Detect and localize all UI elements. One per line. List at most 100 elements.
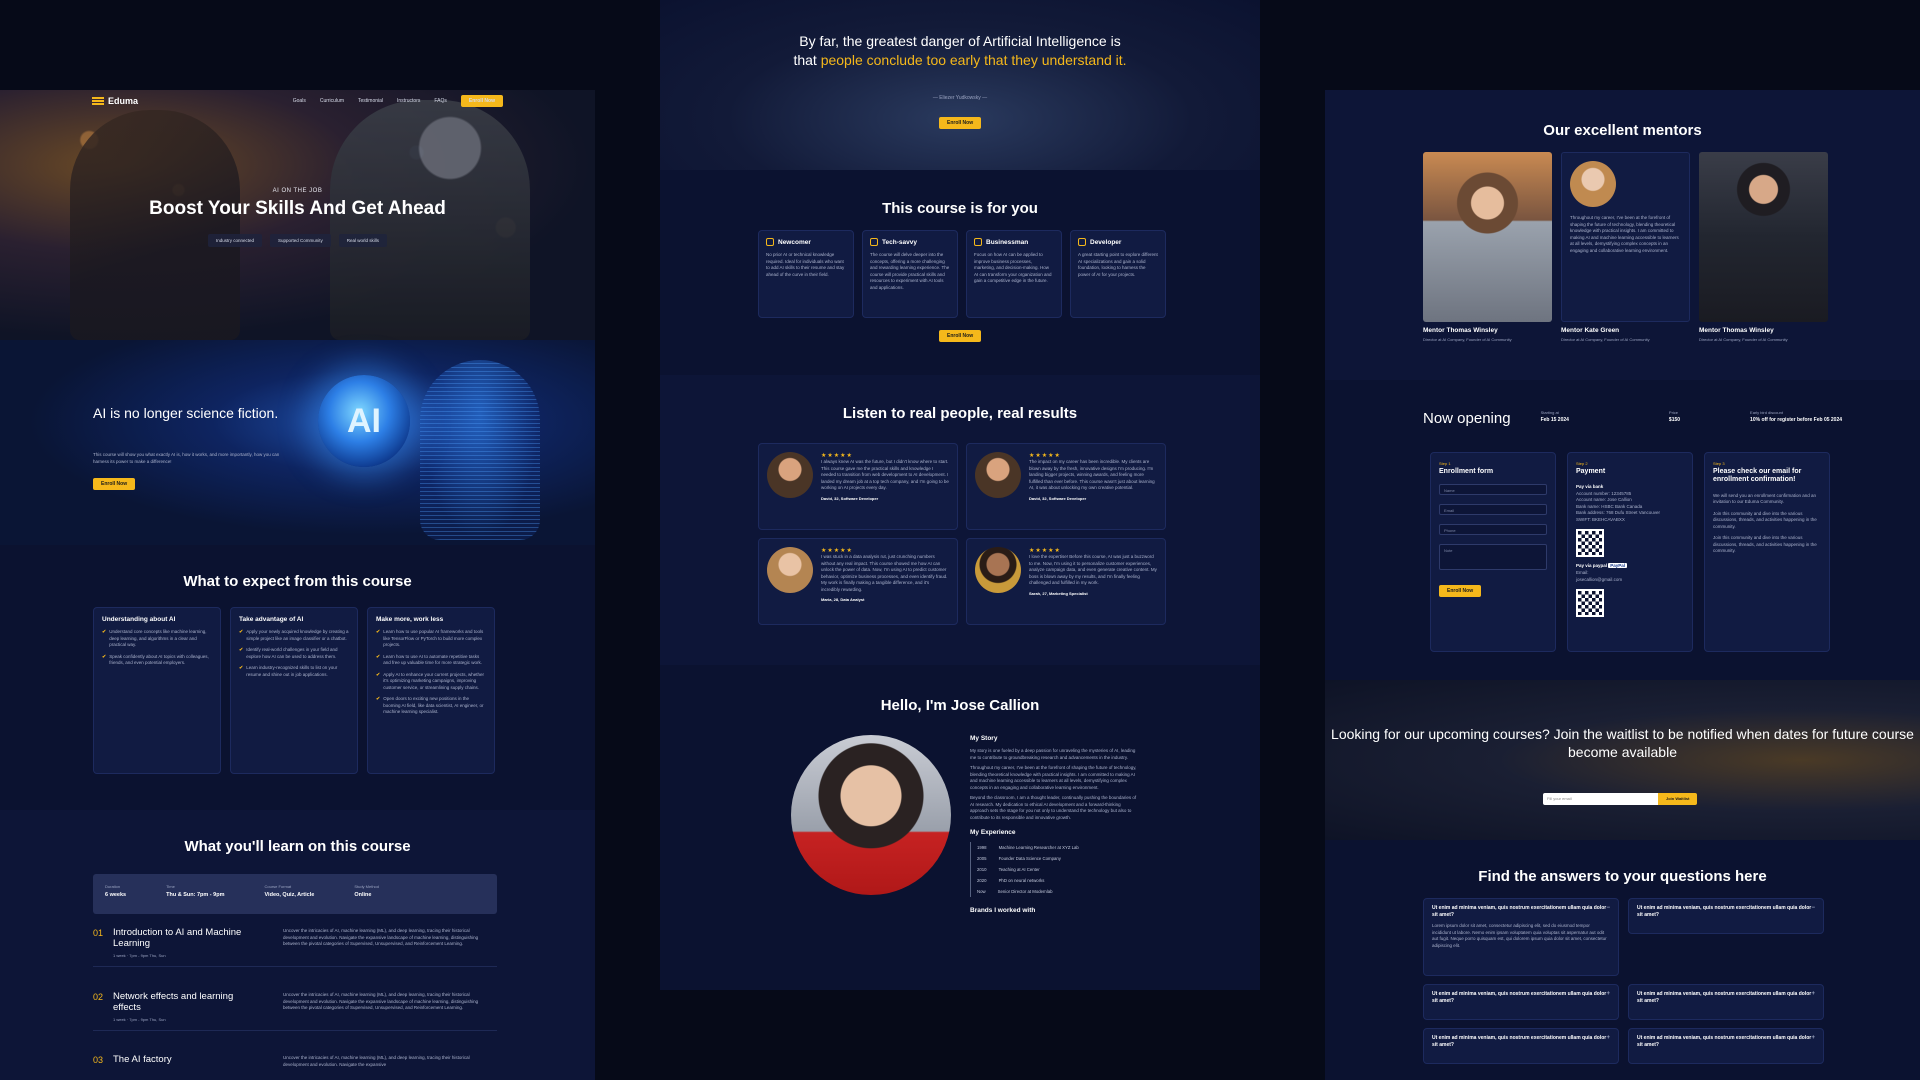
experience-title: My Experience [970, 829, 1016, 837]
rating-stars: ★★★★★ [1029, 548, 1061, 554]
mentors-title: Our excellent mentors [1543, 122, 1702, 139]
lesson-meta: 1 week · 7pm - 9pm Thu, Sun [113, 1016, 166, 1022]
testimonial-author: David, 32, Software Developer [821, 495, 879, 501]
expand-icon: + [1811, 991, 1815, 997]
testimonial-author: Maria, 28, Data Analyst [821, 597, 865, 603]
chip-industry: Industry connected [207, 234, 262, 247]
lesson-row[interactable]: 03 The AI factory Uncover the intricacie… [93, 1054, 497, 1076]
meta-method: Study Method Online [354, 884, 379, 898]
audience-card-developer: Developer A great starting point to expl… [1070, 230, 1166, 318]
waitlist-form: Fill your email Join Waitlist [1543, 793, 1698, 805]
check-item: ✔ Apply AI to enhance your current projec… [376, 671, 485, 690]
check-icon: ✔ [376, 629, 381, 635]
expect-card: Take advantage of AI ✔ Apply your newly a… [230, 607, 358, 774]
check-item: ✔ Learn industry-recognized skills to lis… [239, 665, 338, 677]
expect-card: Make more, work less ✔ Learn how to use p… [367, 607, 495, 774]
audience-enroll-button[interactable]: Enroll Now [939, 330, 982, 342]
expect-card-title: Understanding about AI [102, 616, 176, 623]
start-date: Starting at Feb 15 2024 [1540, 410, 1569, 423]
quote-section: By far, the greatest danger of Artificia… [660, 0, 1260, 170]
expect-title: What to expect from this course [183, 573, 412, 590]
faq-item[interactable]: Ut enim ad minima veniam, quis nostrum e… [1628, 898, 1824, 934]
nav-link-faqs[interactable]: FAQs [434, 98, 447, 104]
lesson-desc: Uncover the intricacies of AI, machine l… [283, 928, 479, 947]
instructor-story: My Story My story is one fueled by a dee… [970, 735, 1140, 920]
faq-section: Find the answers to your questions here … [1325, 840, 1920, 1080]
testimonials-section: Listen to real people, real results ★★★★… [660, 375, 1260, 665]
faq-item[interactable]: Ut enim ad minima veniam, quis nostrum e… [1628, 984, 1824, 1020]
check-item: ✔ Learn how to use AI to automate repetit… [376, 653, 482, 666]
check-icon: ✔ [102, 629, 107, 635]
waitlist-email-input[interactable]: Fill your email [1543, 793, 1658, 805]
mentor-name: Mentor Thomas Winsley [1423, 327, 1498, 334]
step-confirmation: Step 3 Please check our email for enroll… [1704, 452, 1830, 652]
chip-community: Supported Community [269, 234, 331, 247]
check-item: ✔ Speak confidently about AI topics with … [102, 653, 209, 666]
audience-title: This course is for you [882, 200, 1038, 217]
lesson-number: 01 [93, 928, 104, 938]
faq-item[interactable]: Ut enim ad minima veniam, quis nostrum e… [1423, 898, 1619, 976]
lesson-number: 03 [93, 1055, 104, 1065]
email-field[interactable]: Email [1439, 504, 1547, 516]
hero-section: Eduma Goals Curriculum Testimonial Instr… [0, 90, 595, 340]
check-icon: ✔ [102, 653, 107, 660]
step-payment: Step 2 Payment Pay via bank Account numb… [1567, 452, 1693, 652]
mentor-role: Director at AI Company, Founder of AI Co… [1423, 337, 1512, 342]
lesson-title: Introduction to AI and Machine Learning [113, 927, 242, 949]
ai-text: This course will show you what exactly A… [93, 452, 280, 464]
hero-title: Boost Your Skills And Get Ahead [149, 198, 446, 219]
ai-globe-image: AI [318, 375, 410, 467]
nav-link-testimonial[interactable]: Testimonial [358, 98, 383, 104]
mentor-card[interactable]: Mentor Thomas Winsley Director at AI Com… [1699, 152, 1828, 342]
expect-card-title: Make more, work less [376, 616, 444, 623]
meta-time: Time Thu & Sun: 7pm - 9pm [166, 884, 225, 898]
check-icon: ✔ [239, 665, 244, 672]
quote-author: — Eliezer Yudkowsky — [932, 95, 988, 101]
nav-link-instructors[interactable]: Instructors [397, 98, 420, 104]
waitlist-section: Looking for our upcoming courses? Join t… [1325, 680, 1920, 840]
instructor-section: Hello, I'm Jose Callion My Story My stor… [660, 665, 1260, 990]
logo[interactable]: Eduma [92, 96, 138, 106]
name-field[interactable]: Name [1439, 484, 1547, 496]
testimonial-card: ★★★★★ I always knew AI was the future, bu… [758, 443, 958, 530]
note-field[interactable]: Note [1439, 544, 1547, 571]
mentor-card[interactable]: Throughout my career, I've been at the f… [1561, 152, 1690, 342]
nav-links: Goals Curriculum Testimonial Instructors… [293, 95, 503, 107]
check-icon: ✔ [239, 629, 244, 635]
mentors-section: Our excellent mentors Mentor Thomas Wins… [1325, 90, 1920, 380]
logo-text: Eduma [108, 96, 139, 106]
testimonial-author: Sarah, 27, Marketing Specialist [1029, 590, 1088, 596]
top-nav: Eduma Goals Curriculum Testimonial Instr… [0, 90, 595, 112]
check-icon: ✔ [376, 696, 381, 703]
mentor-name: Mentor Kate Green [1561, 327, 1620, 334]
faq-item[interactable]: Ut enim ad minima veniam, quis nostrum e… [1423, 984, 1619, 1020]
lesson-title: The AI factory [113, 1054, 172, 1065]
ai-enroll-button[interactable]: Enroll Now [93, 478, 136, 490]
enroll-submit-button[interactable]: Enroll Now [1439, 585, 1482, 598]
lesson-row[interactable]: 02 Network effects and learning effects 1… [93, 991, 497, 1032]
hero-text: AI ON THE JOB Boost Your Skills And Get … [0, 188, 595, 247]
check-icon: ✔ [376, 671, 381, 678]
quote-enroll-button[interactable]: Enroll Now [939, 117, 982, 129]
chip-skills: Real world skills [338, 234, 388, 247]
check-item: ✔ Understand core concepts like machine l… [102, 629, 207, 648]
meta-duration: Duration 6 weeks [105, 884, 127, 898]
faq-item[interactable]: Ut enim ad minima veniam, quis nostrum e… [1423, 1028, 1619, 1064]
mentor-card[interactable]: Mentor Thomas Winsley Director at AI Com… [1423, 152, 1552, 342]
rating-stars: ★★★★★ [821, 548, 853, 554]
join-waitlist-button[interactable]: Join Waitlist [1658, 793, 1698, 805]
lesson-number: 02 [93, 992, 104, 1002]
nav-link-curriculum[interactable]: Curriculum [320, 98, 344, 104]
experience-item: Now Senior Director at Modernlab [970, 886, 1140, 898]
nav-enroll-button[interactable]: Enroll Now [460, 95, 503, 107]
price: Price $150 [1668, 410, 1681, 423]
experience-item: 2005 Founder Data Science Company [970, 853, 1140, 865]
faq-item[interactable]: Ut enim ad minima veniam, quis nostrum e… [1628, 1028, 1824, 1064]
phone-field[interactable]: Phone [1439, 524, 1547, 536]
nav-link-goals[interactable]: Goals [293, 98, 306, 104]
lesson-row[interactable]: 01 Introduction to AI and Machine Learni… [93, 927, 497, 968]
collapse-icon: − [1606, 905, 1610, 911]
mentor-avatar [1570, 161, 1616, 207]
lesson-desc: Uncover the intricacies of AI, machine l… [283, 992, 479, 1011]
experience-item: 1998 Machine Learning Researcher at XYZ L… [970, 842, 1140, 854]
